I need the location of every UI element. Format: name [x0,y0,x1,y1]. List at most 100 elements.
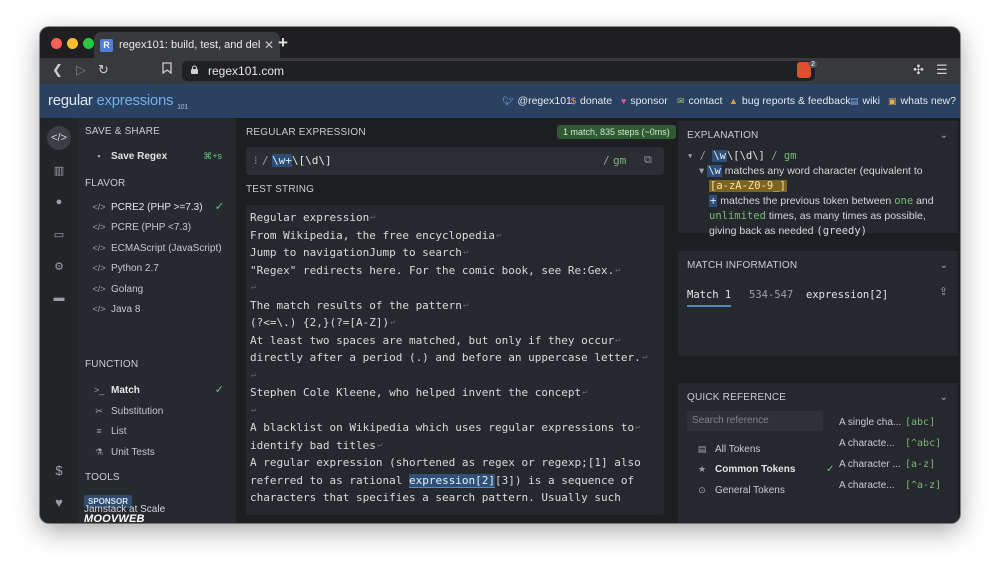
function-substitution[interactable]: ✂ Substitution [92,403,228,419]
new-tab-button[interactable]: + [278,33,288,53]
ref-item-token: [^abc] [905,438,942,449]
flavor-pcre2[interactable]: </> PCRE2 (PHP >=7.3) ✓ [92,199,228,215]
address-bar[interactable]: regex101.com ⊕ [182,61,815,81]
wiki-link[interactable]: ▤ wiki [850,95,880,107]
menu-icon[interactable]: ☰ [936,62,948,78]
contact-link[interactable]: ✉ contact [677,95,722,107]
test-line: A blacklist on Wikipedia which uses regu… [250,421,635,434]
ref-item-token: [^a-z] [905,480,942,491]
favicon-icon: R [100,38,113,52]
test-line: Jump to navigationJump to search [250,246,462,259]
terminal-icon: >_ [93,385,105,395]
flask-icon: ⚗ [94,446,104,457]
account-icon[interactable]: ● [47,190,71,214]
flavor-pcre[interactable]: </> PCRE (PHP <7.3) [92,219,228,235]
flavor-python[interactable]: </> Python 2.7 [92,260,228,276]
bug-reports-link[interactable]: ▲ bug reports & feedback [729,95,851,107]
regex-input[interactable]: ⁝ / \w+\[\d\] / gm ⧉ [246,147,664,175]
right-panel: EXPLANATION ⌄ ▾ / \w\[\d\] / gm ▾ \w mat… [677,118,960,523]
test-string-input[interactable]: Regular expression ↵ From Wikipedia, the f… [246,205,664,515]
sponsor-heart-icon[interactable]: ♥ [47,490,71,514]
test-line: At least two spaces are matched, but onl… [250,333,615,347]
test-line: "Regex" redirects here. For the comic bo… [250,263,615,277]
test-line: A regular expression (shortened as regex… [250,456,641,469]
function-match[interactable]: >_ Match ✓ [92,382,228,398]
tools-heading: TOOLS [85,472,120,483]
minimize-window-button[interactable] [67,38,78,49]
test-line: Regular expression [250,211,370,224]
match-label[interactable]: Match 1 [687,289,732,307]
flavor-ecmascript[interactable]: </> ECMAScript (JavaScript) [92,240,228,256]
ref-all-tokens[interactable]: ▤ All Tokens [695,444,761,455]
code-icon: </> [92,243,106,253]
library-icon[interactable]: ▥ [47,158,71,182]
site-header: regular expressions 101 🐦︎ @regex101 $ don… [40,84,960,118]
chevron-down-icon[interactable]: ⌄ [940,130,948,141]
regex-flags[interactable]: gm [613,154,626,167]
match-value: expression[2] [806,289,889,301]
chevron-down-icon[interactable]: ⌄ [940,260,948,271]
return-glyph-icon: ↵ [642,352,648,362]
donate-dollar-icon[interactable]: $ [47,458,71,482]
back-icon[interactable]: ❮ [52,62,63,78]
code-icon: </> [92,304,106,314]
main-editor: REGULAR EXPRESSION 1 match, 835 steps (~… [236,118,677,523]
match-highlight[interactable]: expression[2] [408,473,496,488]
quiz-gamepad-icon[interactable]: ▭ [47,222,71,246]
whats-new-link[interactable]: ▣ whats new? [888,95,956,107]
check-icon: ✓ [826,464,835,475]
explanation-root: ▾ / \w\[\d\] / gm [687,150,797,162]
code-icon: </> [92,202,106,212]
ref-item-desc[interactable]: A character ... [839,459,901,470]
return-glyph-icon: ↵ [377,439,383,450]
forward-icon[interactable]: ▷ [76,62,86,78]
return-glyph-icon: ↵ [463,247,469,257]
flavor-heading: FLAVOR [85,178,126,189]
donate-link[interactable]: $ donate [571,95,612,107]
list-icon: ≡ [96,426,102,436]
test-string-heading: TEST STRING [246,184,315,195]
sidebar: SAVE & SHARE ▪ Save Regex ⌘+s FLAVOR </>… [78,118,236,523]
news-icon: ▣ [888,96,897,106]
char-class-token: [a-zA-Z0-9_] [709,180,787,192]
flavor-java[interactable]: </> Java 8 [92,301,228,317]
chevron-down-icon[interactable]: ⌄ [940,392,948,403]
browser-tab-regex101[interactable]: R regex101: build, test, and debug ✕ [94,32,280,58]
regex-pattern: \w+\[\d\] [272,154,332,167]
bookmark-icon[interactable] [162,62,172,77]
ref-common-tokens[interactable]: ★ Common Tokens ✓ [695,464,835,475]
flavor-golang[interactable]: </> Golang [92,281,228,297]
ref-item-token: [abc] [905,417,936,428]
return-glyph-icon: ↵ [582,387,588,397]
code-editor-icon[interactable]: </> [47,126,71,150]
close-tab-icon[interactable]: ✕ [264,38,274,52]
sponsor-tagline: Jamstack at Scale [84,504,166,515]
ref-general-tokens[interactable]: ⊙ General Tokens [695,485,785,496]
reload-icon[interactable]: ↻ [98,62,109,78]
drag-handle-icon[interactable]: ⁝ [254,154,258,167]
test-line-with-match: referred to as rational expression[2][3]… [250,473,635,488]
match-info-panel: MATCH INFORMATION ⌄ Match 1 534-547 expr… [678,251,958,356]
function-list[interactable]: ≡ List [92,423,228,439]
save-regex-button[interactable]: ▪ Save Regex ⌘+s [92,148,228,164]
code-icon: </> [92,284,106,294]
ref-item-desc[interactable]: A characte... [839,480,895,491]
settings-gear-icon[interactable]: ⚙ [47,254,71,278]
ref-item-desc[interactable]: A single cha... [839,417,901,428]
test-line: directly after a period (.) and before a… [250,351,641,364]
chat-icon[interactable]: ▬ [47,286,71,310]
zoom-window-button[interactable] [83,38,94,49]
twitter-link[interactable]: 🐦︎ @regex101 [502,95,572,107]
copy-icon[interactable]: ⧉ [644,153,652,167]
return-glyph-icon: ↵ [251,404,257,415]
reference-search-input[interactable]: Search reference [687,411,823,431]
tab-title: regex101: build, test, and debug [119,39,260,51]
sponsor-link[interactable]: ♥ sponsor [621,95,668,107]
function-unit-tests[interactable]: ⚗ Unit Tests [92,444,228,460]
export-share-icon[interactable]: ⇪ [939,285,948,298]
extensions-puzzle-icon[interactable]: ✣ [913,62,924,78]
site-logo[interactable]: regular expressions 101 [48,92,188,111]
test-line: characters that specifies a search patte… [250,491,621,504]
ref-item-desc[interactable]: A characte... [839,438,895,449]
close-window-button[interactable] [51,38,62,49]
